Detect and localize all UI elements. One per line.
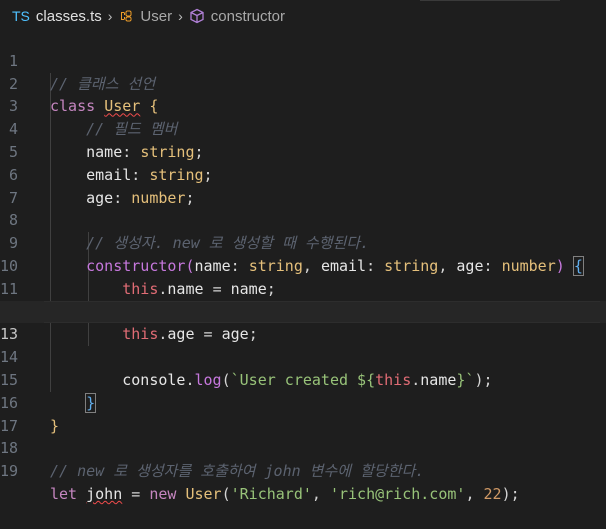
paren: ( bbox=[221, 484, 231, 503]
variable: john bbox=[86, 484, 123, 503]
method-cube-icon bbox=[190, 8, 204, 24]
breadcrumb-member-label: constructor bbox=[210, 7, 285, 25]
string: 'Richard' bbox=[230, 484, 312, 503]
code-line: 8 // 생성자. new 로 생성할 때 수행된다. bbox=[0, 187, 606, 252]
paren: ) bbox=[501, 484, 511, 503]
code-line: 4 name: string; bbox=[0, 95, 606, 161]
code-line: 5 email: string; bbox=[0, 118, 606, 184]
code-line: 1 // 클래스 선언 bbox=[0, 27, 606, 93]
breadcrumb-member[interactable]: constructor bbox=[189, 8, 285, 25]
breadcrumb-file-label: classes.ts bbox=[35, 7, 102, 25]
chevron-right-icon: › bbox=[178, 8, 183, 24]
code-editor[interactable]: 1 // 클래스 선언 2 class User { 3 // 필드 멤버 4 … bbox=[0, 27, 606, 503]
punct: , bbox=[465, 484, 475, 503]
code-line: 3 // 필드 멤버 bbox=[0, 73, 606, 138]
code-line: 14 console.log(`User created ${this.name… bbox=[0, 323, 606, 389]
code-line: 9 constructor(name: string, email: strin… bbox=[0, 209, 606, 276]
code-line-current[interactable]: 13 bbox=[0, 300, 606, 343]
code-line: 17 bbox=[0, 392, 606, 435]
breadcrumb-class[interactable]: User bbox=[118, 8, 172, 25]
code-line: 10 this.name = name; bbox=[0, 232, 606, 298]
keyword: new bbox=[149, 484, 177, 503]
number: 22 bbox=[483, 484, 502, 503]
line-number: 19 bbox=[0, 462, 19, 481]
code-line: 18 // new 로 생성자를 호출하여 john 변수에 할당한다. bbox=[0, 415, 606, 480]
comment: // new 로 생성자를 호출하여 john 변수에 할당한다. bbox=[50, 462, 425, 481]
keyword: let bbox=[50, 484, 78, 503]
string: 'rich@rich.com' bbox=[329, 484, 466, 503]
breadcrumb-file[interactable]: TS classes.ts bbox=[12, 8, 102, 25]
class-icon bbox=[121, 10, 132, 22]
code-line: 2 class User { bbox=[0, 50, 606, 116]
punct: ; bbox=[510, 484, 520, 503]
code-line: 19 let john = new User('Richard', 'rich@… bbox=[0, 437, 606, 503]
typescript-file-icon: TS bbox=[12, 8, 30, 24]
code-line: 16 } bbox=[0, 369, 606, 435]
class-name: User bbox=[185, 484, 222, 503]
code-line: 12 this.age = age; bbox=[0, 278, 606, 344]
code-line: 11 this.email = email; bbox=[0, 255, 606, 321]
chevron-right-icon: › bbox=[107, 8, 113, 24]
code-line: 7 bbox=[0, 164, 606, 207]
code-line: 6 age: number; bbox=[0, 141, 606, 207]
code-line: 15 } bbox=[0, 346, 606, 413]
breadcrumb-class-label: User bbox=[140, 7, 173, 25]
punct: = bbox=[131, 484, 141, 503]
punct: , bbox=[311, 484, 321, 503]
